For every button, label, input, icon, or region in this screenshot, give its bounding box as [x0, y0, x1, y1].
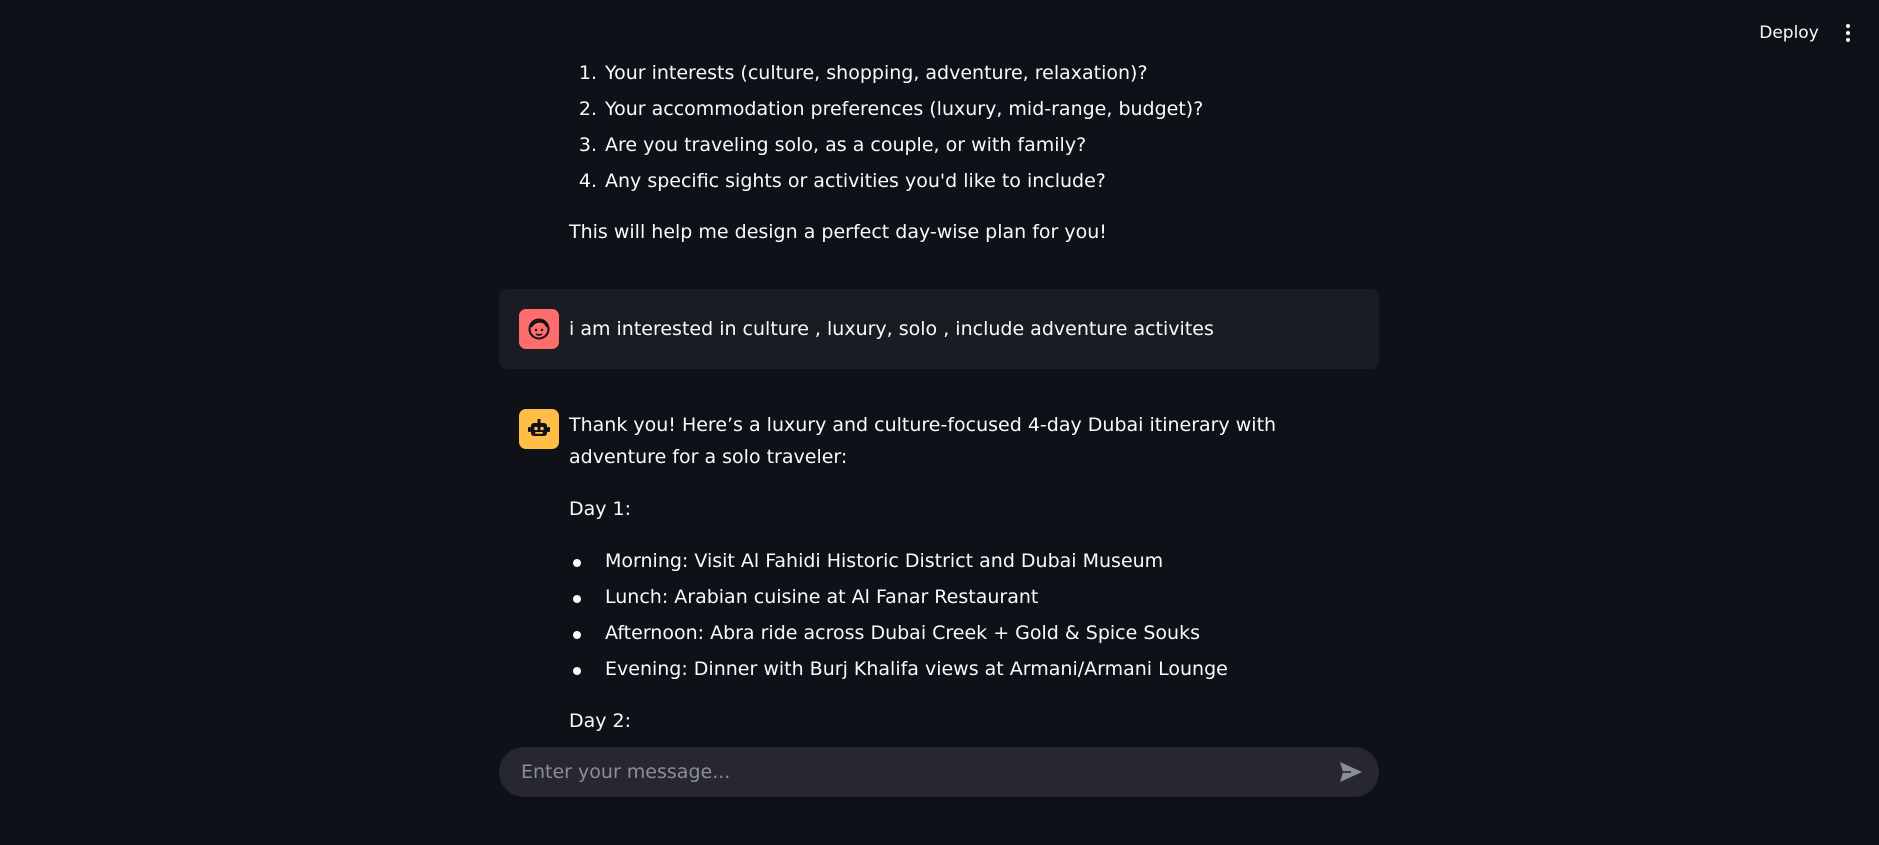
bullet: [573, 595, 581, 603]
list-item: Lunch: Arabian cuisine at Al Fanar Resta…: [569, 581, 1369, 617]
list-item: 3. Are you traveling solo, as a couple, …: [569, 129, 1369, 165]
chat-scroll-area[interactable]: 1. Your interests (culture, shopping, ad…: [0, 0, 1879, 736]
list-item-number: 3.: [578, 134, 597, 156]
list-item-text: Morning: Visit Al Fahidi Historic Distri…: [605, 550, 1164, 572]
chat-message-input[interactable]: [519, 747, 1299, 797]
deploy-button[interactable]: Deploy: [1751, 18, 1827, 48]
assistant-intro-text: Thank you! Here’s a luxury and culture-f…: [569, 414, 1277, 468]
assistant-closing-text: This will help me design a perfect day-w…: [569, 221, 1107, 243]
list-item: 4. Any specific sights or activities you…: [569, 165, 1369, 201]
list-item: Morning: Visit Al Fahidi Historic Distri…: [569, 545, 1369, 581]
bullet: [573, 667, 581, 675]
list-item-text: Evening: Dinner with Burj Khalifa views …: [605, 658, 1228, 680]
robot-icon: [519, 409, 559, 449]
list-item: Evening: Dinner with Burj Khalifa views …: [569, 653, 1369, 689]
list-item-text: Any specific sights or activities you'd …: [605, 170, 1106, 192]
assistant-numbered-list: 1. Your interests (culture, shopping, ad…: [569, 57, 1369, 201]
list-item: 2. Your accommodation preferences (luxur…: [569, 93, 1369, 129]
list-item-text: Your accommodation preferences (luxury, …: [605, 98, 1204, 120]
user-message-text: i am interested in culture , luxury, sol…: [569, 318, 1214, 340]
send-icon[interactable]: [1337, 759, 1365, 785]
day1-heading: Day 1:: [569, 498, 632, 520]
day1-activity-list: Morning: Visit Al Fahidi Historic Distri…: [569, 545, 1369, 689]
list-item-text: Are you traveling solo, as a couple, or …: [605, 134, 1087, 156]
list-item-number: 2.: [578, 98, 597, 120]
kebab-menu-icon[interactable]: [1836, 18, 1860, 48]
list-item-number: 4.: [578, 170, 597, 192]
list-item-text: Afternoon: Abra ride across Dubai Creek …: [605, 622, 1200, 644]
top-header: Deploy: [0, 0, 1879, 64]
bullet: [573, 559, 581, 567]
list-item-text: Lunch: Arabian cuisine at Al Fanar Resta…: [605, 586, 1039, 608]
list-item-text: Your interests (culture, shopping, adven…: [605, 62, 1148, 84]
list-item: Afternoon: Abra ride across Dubai Creek …: [569, 617, 1369, 653]
user-face-icon: [519, 309, 559, 349]
chat-input-container: [499, 747, 1379, 797]
bullet: [573, 631, 581, 639]
day2-heading: Day 2:: [569, 710, 632, 732]
